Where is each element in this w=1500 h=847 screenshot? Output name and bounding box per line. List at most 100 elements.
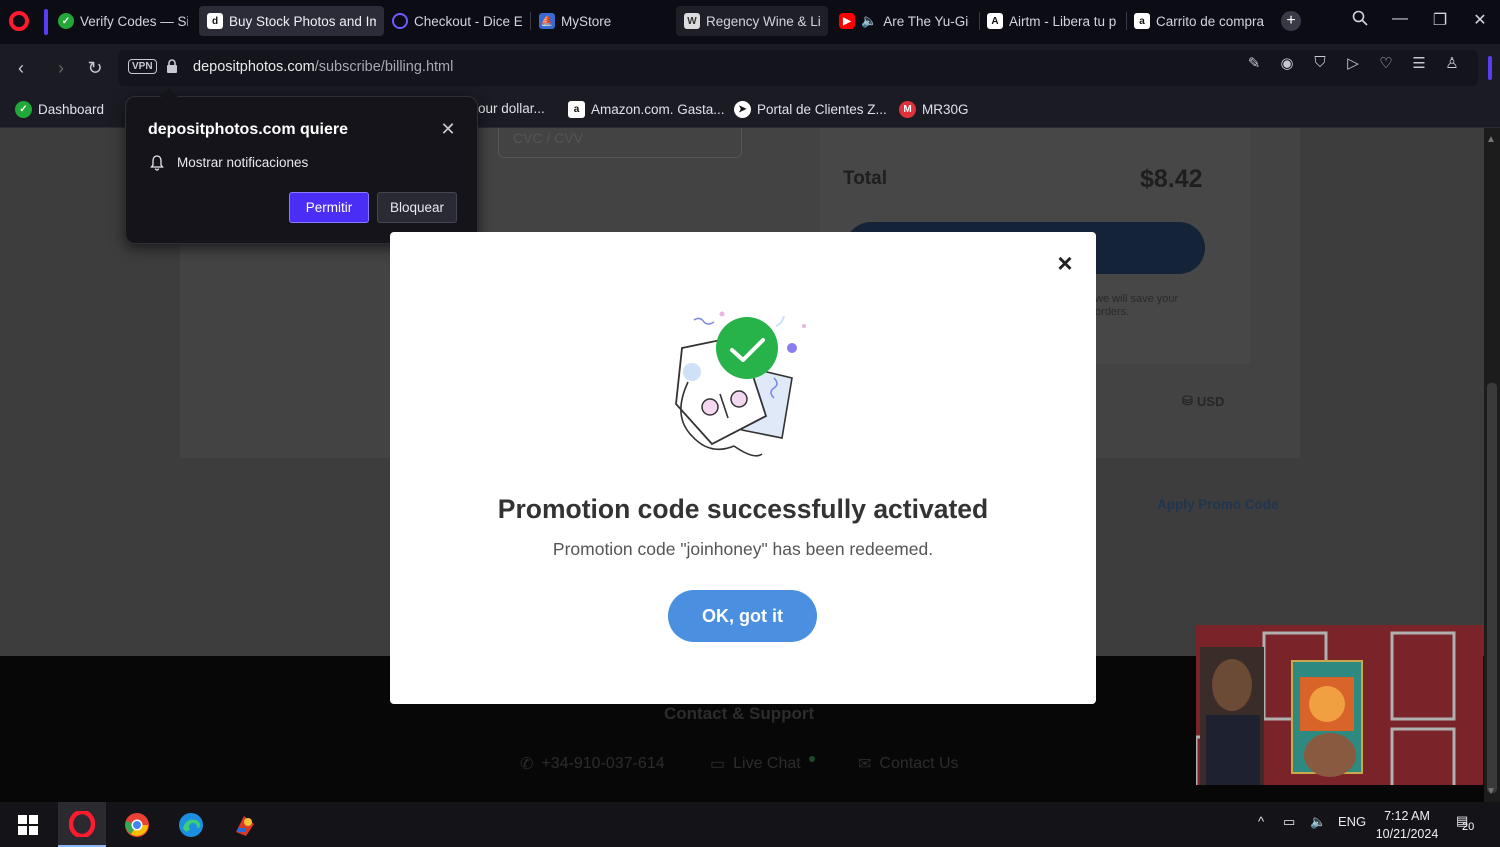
verify-codes-favicon-icon: ✓ [58,13,74,29]
total-label: Total [843,168,887,189]
popup-close-button[interactable]: ✕ [438,119,458,140]
tab-carrito-compras[interactable]: a Carrito de compras [1126,6,1272,36]
amazon-favicon-icon: a [1134,13,1150,29]
restore-button[interactable]: ❐ [1428,10,1452,30]
speaker-icon[interactable]: 🔈 [861,13,877,29]
volume-icon[interactable]: 🔈 [1310,814,1326,830]
close-window-button[interactable]: ✕ [1468,10,1492,30]
dice-favicon-icon [392,13,408,29]
bookmark-dashboard[interactable]: ✓ Dashboard [15,101,104,118]
cvv-field[interactable]: CVC / CVV [498,128,742,158]
lock-icon[interactable] [166,59,178,73]
tab-verify-codes[interactable]: ✓ Verify Codes — Sim [50,6,196,36]
game-taskbar-icon[interactable] [221,802,269,847]
screen: ✓ Verify Codes — Sim d Buy Stock Photos … [0,0,1500,847]
url-text[interactable]: depositphotos.com/subscribe/billing.html [193,59,453,75]
bookmark-amazon[interactable]: a Amazon.com. Gasta... [568,101,725,118]
promo-success-modal: × Promotion code successfully activated … [390,232,1096,704]
save-note: we will save your orders. [1095,293,1179,318]
easy-setup-icon[interactable]: ☰ [1409,54,1429,72]
block-button[interactable]: Bloquear [377,192,457,223]
currency-selector[interactable]: ⛁ USD [1182,393,1224,409]
bookmark-mr30g[interactable]: M MR30G [899,101,969,118]
sidebar-indicator [1488,56,1492,80]
bell-icon [150,155,164,171]
language-indicator[interactable]: ENG [1338,814,1366,829]
forward-button[interactable]: › [50,57,72,79]
tab-checkout-dice[interactable]: Checkout - Dice En [384,6,530,36]
video-overlay[interactable] [1196,625,1483,785]
tab-yugioh-video[interactable]: ▶ 🔈 Are The Yu-Gi-( [831,6,977,36]
airtm-favicon-icon: A [987,13,1003,29]
regency-favicon-icon: W [684,13,700,29]
share-icon[interactable]: ✎ [1244,54,1264,72]
tab-depositphotos[interactable]: d Buy Stock Photos and Ima [199,6,384,36]
online-status-dot [808,756,815,762]
chat-icon: ▭ [710,756,726,773]
opera-menu-icon[interactable] [9,11,29,31]
tab-strip: ✓ Verify Codes — Sim d Buy Stock Photos … [0,0,1500,44]
notification-count: 20 [1462,821,1475,833]
windows-start-icon[interactable] [4,802,52,847]
edge-taskbar-icon[interactable] [167,802,215,847]
popup-pointer [160,88,178,97]
bookmark-portal-clientes[interactable]: ➤ Portal de Clientes Z... [734,101,887,118]
tab-mystore[interactable]: ⛵ MyStore [531,6,671,36]
player-icon[interactable]: ▷ [1343,54,1363,72]
live-chat-link[interactable]: ▭ Live Chat [710,754,815,774]
ticket-success-illustration [675,311,806,457]
phone-link[interactable]: ✆ +34-910-037-614 [520,754,665,774]
chrome-taskbar-icon[interactable] [113,802,161,847]
reload-button[interactable]: ↻ [84,57,106,79]
opera-taskbar-icon[interactable] [58,802,106,847]
modal-close-button[interactable]: × [1054,250,1076,276]
database-icon: ⛁ [1182,393,1193,408]
scroll-up-arrow-icon[interactable]: ▲ [1486,134,1496,145]
page-scrollbar[interactable]: ▲ ▼ [1484,128,1500,802]
youtube-favicon-icon: ▶ [839,13,855,29]
total-value: $8.42 [1140,165,1203,193]
contact-title: Contact & Support [664,704,815,723]
minimize-button[interactable]: — [1388,10,1412,28]
navigation-bar: ‹ › ↻ VPN depositphotos.com/subscribe/bi… [0,44,1500,92]
mystore-favicon-icon: ⛵ [539,13,555,29]
phone-icon: ✆ [520,756,534,773]
tab-airtm[interactable]: A Airtm - Libera tu p [979,6,1125,36]
profile-icon[interactable]: ♙ [1442,54,1462,72]
video-frame-image [1196,625,1483,785]
new-tab-button[interactable]: + [1281,11,1301,31]
apply-promo-link[interactable]: Apply Promo Code [1157,497,1279,512]
back-button[interactable]: ‹ [10,57,32,79]
popup-title: depositphotos.com quiere [148,121,349,138]
heart-icon[interactable]: ♡ [1376,54,1396,72]
allow-button[interactable]: Permitir [289,192,369,223]
bookmark-your-dollar[interactable]: our dollar... [478,101,545,116]
clock-date: 10/21/2024 [1375,827,1439,841]
dashboard-icon: ✓ [15,101,32,118]
network-icon[interactable]: ▭ [1283,814,1295,830]
scroll-thumb[interactable] [1487,383,1497,793]
contact-us-link[interactable]: ✉ Contact Us [858,754,959,774]
modal-message: Promotion code "joinhoney" has been rede… [552,539,934,559]
ok-got-it-button[interactable]: OK, got it [668,590,817,642]
portal-icon: ➤ [734,101,751,118]
show-hidden-icons-icon[interactable]: ^ [1258,814,1264,829]
shield-icon[interactable]: ⛉ [1310,54,1330,71]
tab-regency-wine[interactable]: W Regency Wine & Li [676,6,828,36]
mr30g-icon: M [899,101,916,118]
vpn-badge[interactable]: VPN [128,59,157,74]
tab-search-icon[interactable] [1348,10,1372,31]
camera-icon[interactable]: ◉ [1277,54,1297,72]
clock-time: 7:12 AM [1384,809,1430,823]
tab-group-indicator [44,9,48,35]
notification-permission-popup: depositphotos.com quiere ✕ Mostrar notif… [125,96,478,244]
mail-icon: ✉ [858,756,872,773]
address-bar[interactable]: VPN depositphotos.com/subscribe/billing.… [118,50,1478,86]
amazon-icon: a [568,101,585,118]
taskbar: ^ ▭ 🔈 ENG 7:12 AM 10/21/2024 ▤ [0,802,1500,847]
modal-title: Promotion code successfully activated [497,494,989,524]
permission-text: Mostrar notificaciones [177,155,309,170]
scroll-down-arrow-icon[interactable]: ▼ [1486,786,1496,797]
depositphotos-favicon-icon: d [207,13,223,29]
system-clock[interactable]: 7:12 AM 10/21/2024 [1370,807,1444,843]
